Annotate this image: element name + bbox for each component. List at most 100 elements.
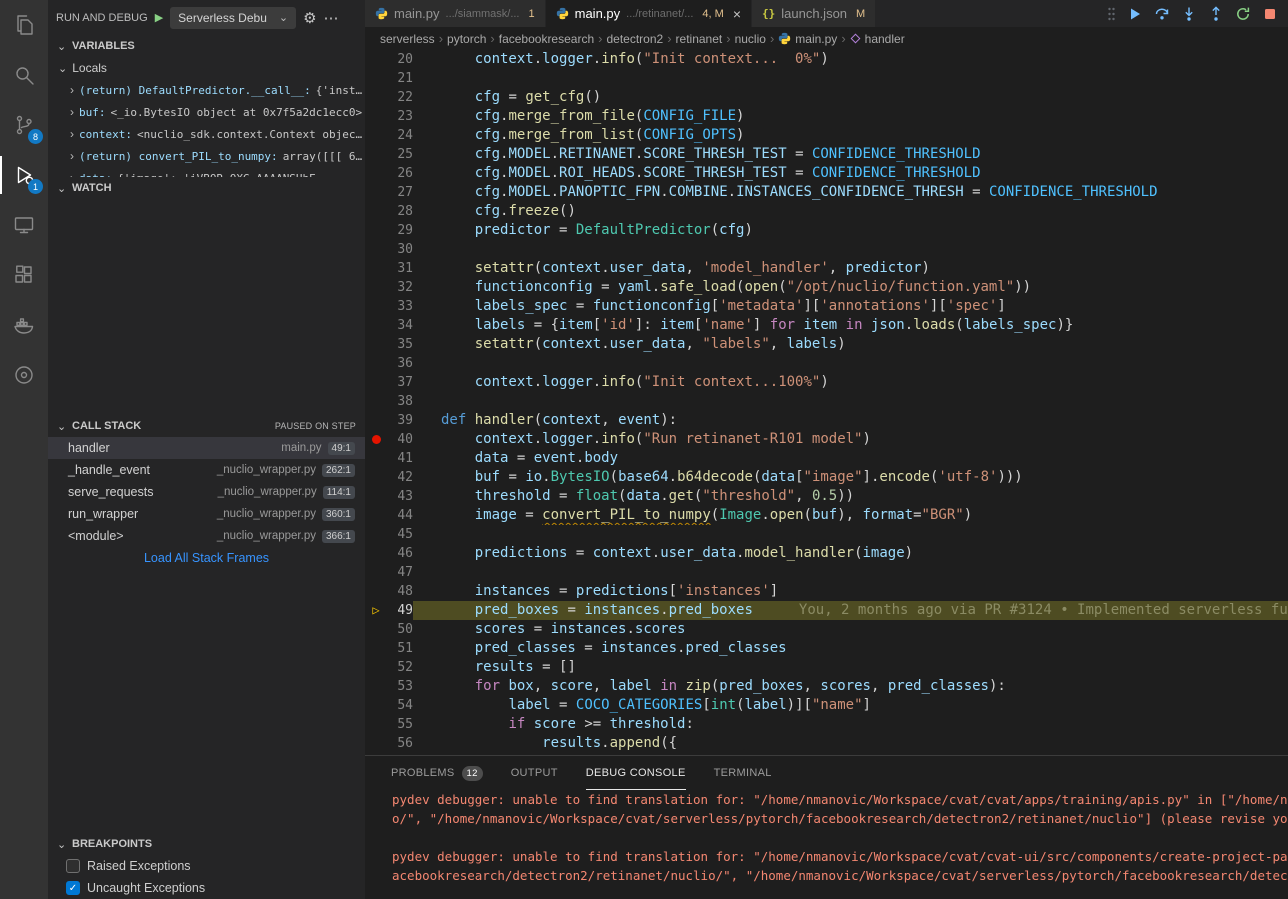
- glyph-margin[interactable]: [365, 620, 387, 639]
- activity-run-and-debug[interactable]: 1: [0, 150, 48, 200]
- glyph-margin[interactable]: [365, 411, 387, 430]
- code-content[interactable]: labels = {item['id']: item['name'] for i…: [413, 316, 1288, 335]
- gear-icon[interactable]: ⚙: [303, 9, 316, 27]
- activity-circle-extension[interactable]: [0, 350, 48, 400]
- breadcrumb-item[interactable]: main.py: [778, 32, 837, 46]
- code-content[interactable]: instances = predictions['instances']: [413, 582, 1288, 601]
- checkbox[interactable]: ✓: [66, 881, 80, 895]
- glyph-margin[interactable]: [365, 734, 387, 753]
- editor-tab[interactable]: {}launch.jsonM: [752, 0, 875, 27]
- code-content[interactable]: [413, 392, 1288, 411]
- glyph-margin[interactable]: [365, 392, 387, 411]
- glyph-margin[interactable]: [365, 107, 387, 126]
- activity-source-control[interactable]: 8: [0, 100, 48, 150]
- breakpoint-row[interactable]: Raised Exceptions: [48, 855, 365, 877]
- code-content[interactable]: for box, score, label in zip(pred_boxes,…: [413, 677, 1288, 696]
- variable-row[interactable]: ›buf:<_io.BytesIO object at 0x7f5a2dc1ec…: [48, 101, 365, 123]
- breakpoints-section-header[interactable]: ⌄ BREAKPOINTS: [48, 833, 365, 855]
- activity-docker[interactable]: [0, 300, 48, 350]
- activity-search[interactable]: [0, 50, 48, 100]
- code-content[interactable]: cfg.merge_from_file(CONFIG_FILE): [413, 107, 1288, 126]
- code-content[interactable]: cfg.MODEL.RETINANET.SCORE_THRESH_TEST = …: [413, 145, 1288, 164]
- code-content[interactable]: cfg.MODEL.PANOPTIC_FPN.COMBINE.INSTANCES…: [413, 183, 1288, 202]
- call-stack-section-header[interactable]: ⌄ CALL STACK PAUSED ON STEP: [48, 415, 365, 437]
- code-content[interactable]: cfg = get_cfg(): [413, 88, 1288, 107]
- scope-locals[interactable]: ⌄ Locals: [48, 57, 365, 79]
- code-content[interactable]: context.logger.info("Run retinanet-R101 …: [413, 430, 1288, 449]
- glyph-margin[interactable]: [365, 525, 387, 544]
- checkbox[interactable]: [66, 859, 80, 873]
- close-icon[interactable]: ×: [733, 6, 741, 22]
- glyph-margin[interactable]: [365, 88, 387, 107]
- glyph-margin[interactable]: [365, 354, 387, 373]
- glyph-margin[interactable]: [365, 297, 387, 316]
- glyph-margin[interactable]: [365, 316, 387, 335]
- code-content[interactable]: threshold = float(data.get("threshold", …: [413, 487, 1288, 506]
- code-content[interactable]: cfg.merge_from_list(CONFIG_OPTS): [413, 126, 1288, 145]
- code-content[interactable]: results.append({: [413, 734, 1288, 753]
- breadcrumb-item[interactable]: nuclio: [735, 32, 766, 46]
- step-out-button[interactable]: [1208, 6, 1224, 22]
- glyph-margin[interactable]: [365, 373, 387, 392]
- code-content[interactable]: results = []: [413, 658, 1288, 677]
- glyph-margin[interactable]: [365, 164, 387, 183]
- variables-section-header[interactable]: ⌄ VARIABLES: [48, 35, 365, 57]
- code-content[interactable]: [413, 525, 1288, 544]
- activity-explorer[interactable]: [0, 0, 48, 50]
- panel-tab-problems[interactable]: PROBLEMS12: [391, 756, 483, 790]
- stack-frame[interactable]: serve_requests_nuclio_wrapper.py114:1: [48, 481, 365, 503]
- glyph-margin[interactable]: [365, 449, 387, 468]
- glyph-margin[interactable]: [365, 240, 387, 259]
- panel-tab-debug-console[interactable]: DEBUG CONSOLE: [586, 756, 686, 790]
- variable-row[interactable]: ›(return) convert_PIL_to_numpy:array([[[…: [48, 145, 365, 167]
- glyph-margin[interactable]: [365, 430, 387, 449]
- editor-tab[interactable]: main.py.../siammask/...1: [365, 0, 545, 27]
- glyph-margin[interactable]: [365, 658, 387, 677]
- code-content[interactable]: [413, 354, 1288, 373]
- code-content[interactable]: context.logger.info("Init context...100%…: [413, 373, 1288, 392]
- breadcrumb-item[interactable]: facebookresearch: [499, 32, 594, 46]
- glyph-margin[interactable]: ▷: [365, 601, 387, 620]
- stack-frame[interactable]: handlermain.py49:1: [48, 437, 365, 459]
- breadcrumb-item[interactable]: detectron2: [606, 32, 663, 46]
- activity-extensions[interactable]: [0, 250, 48, 300]
- variable-row[interactable]: ›(return) DefaultPredictor.__call__:{'in…: [48, 79, 365, 101]
- glyph-margin[interactable]: [365, 715, 387, 734]
- code-content[interactable]: if score >= threshold:: [413, 715, 1288, 734]
- glyph-margin[interactable]: [365, 335, 387, 354]
- code-editor[interactable]: 20 context.logger.info("Init context... …: [365, 50, 1288, 755]
- code-content[interactable]: setattr(context.user_data, 'model_handle…: [413, 259, 1288, 278]
- stack-frame[interactable]: _handle_event_nuclio_wrapper.py262:1: [48, 459, 365, 481]
- code-content[interactable]: setattr(context.user_data, "labels", lab…: [413, 335, 1288, 354]
- variable-row[interactable]: ›data:{'image': 'iVBOR-OXG=AAAANSUhE…: [48, 167, 365, 177]
- glyph-margin[interactable]: [365, 278, 387, 297]
- glyph-margin[interactable]: [365, 259, 387, 278]
- stop-button[interactable]: [1262, 6, 1278, 22]
- watch-section-header[interactable]: ⌄ WATCH: [48, 177, 365, 199]
- code-content[interactable]: pred_classes = instances.pred_classes: [413, 639, 1288, 658]
- stack-frame[interactable]: <module>_nuclio_wrapper.py366:1: [48, 525, 365, 547]
- code-content[interactable]: [413, 240, 1288, 259]
- code-content[interactable]: def handler(context, event):: [413, 411, 1288, 430]
- code-content[interactable]: cfg.MODEL.ROI_HEADS.SCORE_THRESH_TEST = …: [413, 164, 1288, 183]
- code-content[interactable]: [413, 563, 1288, 582]
- code-content[interactable]: image = convert_PIL_to_numpy(Image.open(…: [413, 506, 1288, 525]
- glyph-margin[interactable]: [365, 639, 387, 658]
- code-content[interactable]: cfg.freeze(): [413, 202, 1288, 221]
- code-content[interactable]: data = event.body: [413, 449, 1288, 468]
- activity-remote-explorer[interactable]: [0, 200, 48, 250]
- continue-button[interactable]: [1127, 6, 1143, 22]
- breadcrumb-item[interactable]: serverless: [380, 32, 435, 46]
- glyph-margin[interactable]: [365, 183, 387, 202]
- glyph-margin[interactable]: [365, 202, 387, 221]
- editor-tab[interactable]: main.py.../retinanet/...4, M×: [546, 0, 751, 27]
- restart-button[interactable]: [1235, 6, 1251, 22]
- breadcrumb-item[interactable]: pytorch: [447, 32, 486, 46]
- glyph-margin[interactable]: [365, 50, 387, 69]
- stack-frame[interactable]: run_wrapper_nuclio_wrapper.py360:1: [48, 503, 365, 525]
- load-all-stack-frames-link[interactable]: Load All Stack Frames: [48, 547, 365, 569]
- glyph-margin[interactable]: [365, 145, 387, 164]
- code-content[interactable]: predictor = DefaultPredictor(cfg): [413, 221, 1288, 240]
- code-content[interactable]: labels_spec = functionconfig['metadata']…: [413, 297, 1288, 316]
- debug-console-output[interactable]: pydev debugger: unable to find translati…: [365, 790, 1288, 885]
